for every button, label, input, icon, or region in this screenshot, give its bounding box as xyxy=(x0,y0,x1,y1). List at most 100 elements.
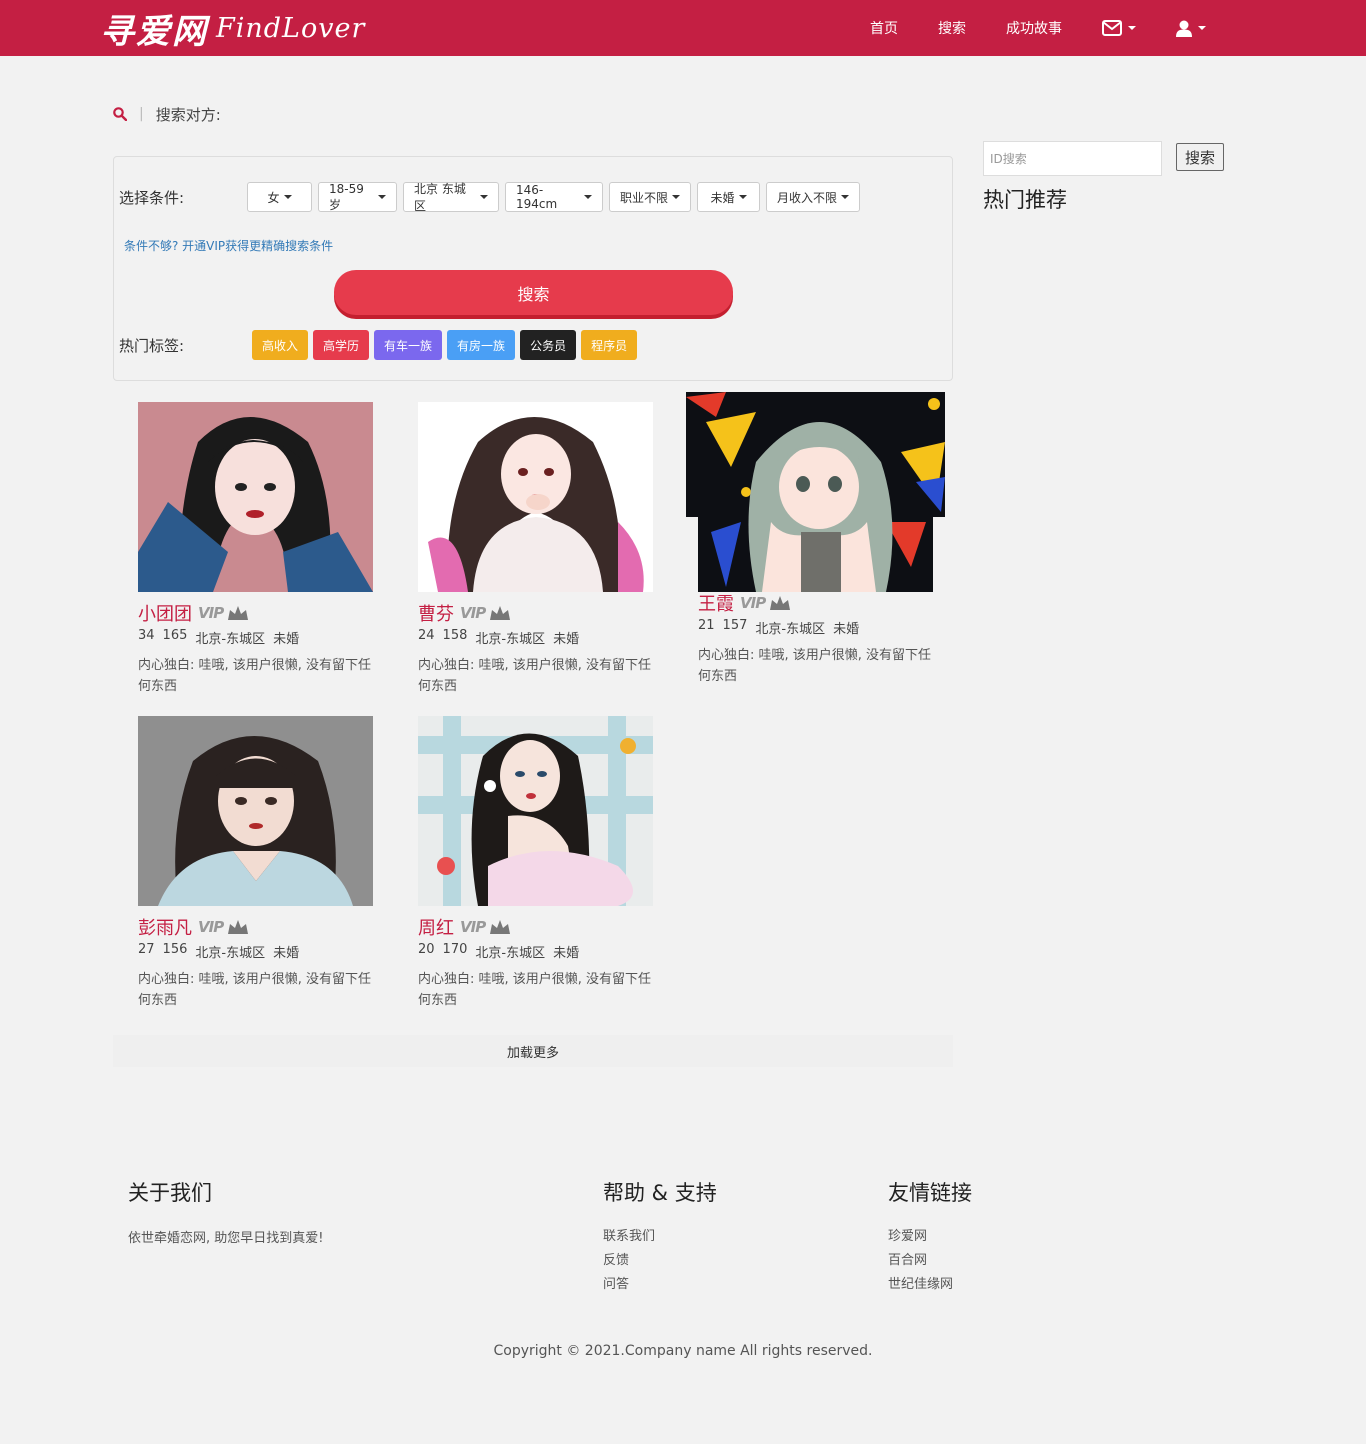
id-search-input[interactable]: ID搜索 xyxy=(983,141,1162,176)
hot-recommend-title: 热门推荐 xyxy=(983,188,1067,212)
profile-bio: 内心独白: 哇哦, 该用户很懒, 没有留下任何东西 xyxy=(138,658,372,694)
profile-photo[interactable] xyxy=(138,716,398,906)
profile-bio: 内心独白: 哇哦, 该用户很懒, 没有留下任何东西 xyxy=(418,972,652,1008)
profile-info: 20 170 北京-东城区 未婚 xyxy=(418,942,678,961)
nav-links: 首页 搜索 成功故事 xyxy=(850,0,1226,56)
profile-bio: 内心独白: 哇哦, 该用户很懒, 没有留下任何东西 xyxy=(138,972,372,1008)
height-value: 146-194cm xyxy=(516,183,558,211)
profile-name-row: 王霞 VIP xyxy=(698,590,958,616)
profile-photo[interactable] xyxy=(686,392,958,592)
profile-height: 165 xyxy=(162,628,188,643)
profile-name[interactable]: 周红 xyxy=(418,914,454,940)
footer-link-zhenai[interactable]: 珍爱网 xyxy=(888,1225,972,1249)
brand-name-en: FindLover xyxy=(216,12,366,44)
profile-name[interactable]: 彭雨凡 xyxy=(138,914,192,940)
footer-link-contact[interactable]: 联系我们 xyxy=(603,1225,717,1249)
search-button[interactable]: 搜索 xyxy=(334,270,733,315)
profile-bio: 内心独白: 哇哦, 该用户很懒, 没有留下任何东西 xyxy=(418,658,652,694)
profile-height: 157 xyxy=(722,618,748,633)
location-select[interactable]: 北京 东城区 xyxy=(403,182,499,213)
profile-name[interactable]: 小团团 xyxy=(138,600,192,626)
profile-height: 170 xyxy=(442,942,468,957)
copyright: Copyright © 2021.Company name All rights… xyxy=(493,1343,873,1359)
brand-name-cn: 寻爱网 xyxy=(100,11,208,52)
crown-icon xyxy=(228,606,249,620)
caret-down-icon xyxy=(480,195,488,199)
vip-badge: VIP xyxy=(198,918,224,936)
nav-stories-link[interactable]: 成功故事 xyxy=(986,18,1082,38)
caret-down-icon xyxy=(672,195,680,199)
search-heading-text: 搜索对方: xyxy=(155,105,221,124)
tag-high-education[interactable]: 高学历 xyxy=(313,330,370,360)
tag-high-income[interactable]: 高收入 xyxy=(252,330,309,360)
profile-status: 未婚 xyxy=(553,632,580,647)
footer-friend-links: 珍爱网 百合网 世纪佳缘网 xyxy=(888,1225,972,1297)
tag-programmer[interactable]: 程序员 xyxy=(581,330,638,360)
nav-search-link[interactable]: 搜索 xyxy=(918,18,986,38)
footer-about: 关于我们 依世牵婚恋网, 助您早日找到真爱! xyxy=(128,1177,323,1246)
vip-upgrade-link[interactable]: 条件不够? 开通VIP获得更精确搜索条件 xyxy=(124,237,333,254)
profile-name-row: 彭雨凡 VIP xyxy=(138,914,398,940)
search-icon xyxy=(113,107,127,121)
occupation-select[interactable]: 职业不限 xyxy=(609,182,691,212)
income-select[interactable]: 月收入不限 xyxy=(766,182,860,212)
profile-age: 20 xyxy=(418,942,435,957)
height-select[interactable]: 146-194cm xyxy=(505,182,603,212)
footer-friends: 友情链接 珍爱网 百合网 世纪佳缘网 xyxy=(888,1177,972,1297)
footer-link-feedback[interactable]: 反馈 xyxy=(603,1249,717,1273)
vip-badge: VIP xyxy=(460,918,486,936)
tag-car-owner[interactable]: 有车一族 xyxy=(374,330,443,360)
user-dropdown[interactable] xyxy=(1156,20,1226,37)
caret-down-icon xyxy=(841,195,849,199)
filter-label: 选择条件: xyxy=(119,189,185,207)
footer-link-faq[interactable]: 问答 xyxy=(603,1273,717,1297)
profile-info: 34 165 北京-东城区 未婚 xyxy=(138,628,398,647)
profile-name-row: 小团团 VIP xyxy=(138,600,398,626)
profile-age: 24 xyxy=(418,628,435,643)
profile-card[interactable]: 小团团 VIP 34 165 北京-东城区 未婚 内心独白: 哇哦, 该用户很懒… xyxy=(138,402,398,697)
profile-card[interactable]: 王霞 VIP 21 157 北京-东城区 未婚 内心独白: 哇哦, 该用户很懒,… xyxy=(686,392,958,687)
id-search-button[interactable]: 搜索 xyxy=(1176,143,1224,171)
profile-status: 未婚 xyxy=(833,622,860,637)
profile-city: 北京-东城区 xyxy=(195,632,266,647)
profile-photo[interactable] xyxy=(138,402,398,592)
hot-tags: 高收入 高学历 有车一族 有房一族 公务员 程序员 xyxy=(252,330,638,360)
profile-city: 北京-东城区 xyxy=(755,622,826,637)
load-more-button[interactable]: 加载更多 xyxy=(113,1035,953,1067)
vip-badge: VIP xyxy=(198,604,224,622)
footer-about-text: 依世牵婚恋网, 助您早日找到真爱! xyxy=(128,1231,324,1246)
tag-civil-servant[interactable]: 公务员 xyxy=(520,330,577,360)
footer-link-baihe[interactable]: 百合网 xyxy=(888,1249,972,1273)
profile-card[interactable]: 彭雨凡 VIP 27 156 北京-东城区 未婚 内心独白: 哇哦, 该用户很懒… xyxy=(138,716,398,1011)
crown-icon xyxy=(490,920,511,934)
profile-status: 未婚 xyxy=(553,946,580,961)
profile-info: 24 158 北京-东城区 未婚 xyxy=(418,628,678,647)
profile-status: 未婚 xyxy=(273,946,300,961)
vip-badge: VIP xyxy=(740,594,766,612)
profile-age: 21 xyxy=(698,618,715,633)
age-select[interactable]: 18-59岁 xyxy=(318,182,397,212)
filter-panel: 选择条件: 女 18-59岁 北京 东城区 146-194cm 职业不限 未婚 … xyxy=(113,156,953,381)
nav-home-link[interactable]: 首页 xyxy=(850,18,918,38)
messages-dropdown[interactable] xyxy=(1082,20,1156,36)
profile-height: 156 xyxy=(162,942,188,957)
profile-name[interactable]: 王霞 xyxy=(698,590,734,616)
profile-name[interactable]: 曹芬 xyxy=(418,600,454,626)
footer-about-title: 关于我们 xyxy=(128,1181,212,1205)
profile-city: 北京-东城区 xyxy=(475,632,546,647)
gender-select[interactable]: 女 xyxy=(247,182,312,212)
marital-select[interactable]: 未婚 xyxy=(697,182,760,212)
crown-icon xyxy=(490,606,511,620)
profile-photo[interactable] xyxy=(418,716,678,906)
profile-card[interactable]: 曹芬 VIP 24 158 北京-东城区 未婚 内心独白: 哇哦, 该用户很懒,… xyxy=(418,402,678,697)
profile-photo[interactable] xyxy=(418,402,678,592)
profile-name-row: 曹芬 VIP xyxy=(418,600,678,626)
gender-value: 女 xyxy=(267,190,280,205)
caret-down-icon xyxy=(283,195,292,199)
tag-home-owner[interactable]: 有房一族 xyxy=(447,330,516,360)
site-logo[interactable]: 寻爱网 FindLover xyxy=(100,4,365,52)
footer-link-jiayuan[interactable]: 世纪佳缘网 xyxy=(888,1273,972,1297)
location-value: 北京 东城区 xyxy=(414,182,466,213)
user-icon xyxy=(1176,20,1192,37)
profile-card[interactable]: 周红 VIP 20 170 北京-东城区 未婚 内心独白: 哇哦, 该用户很懒,… xyxy=(418,716,678,1011)
